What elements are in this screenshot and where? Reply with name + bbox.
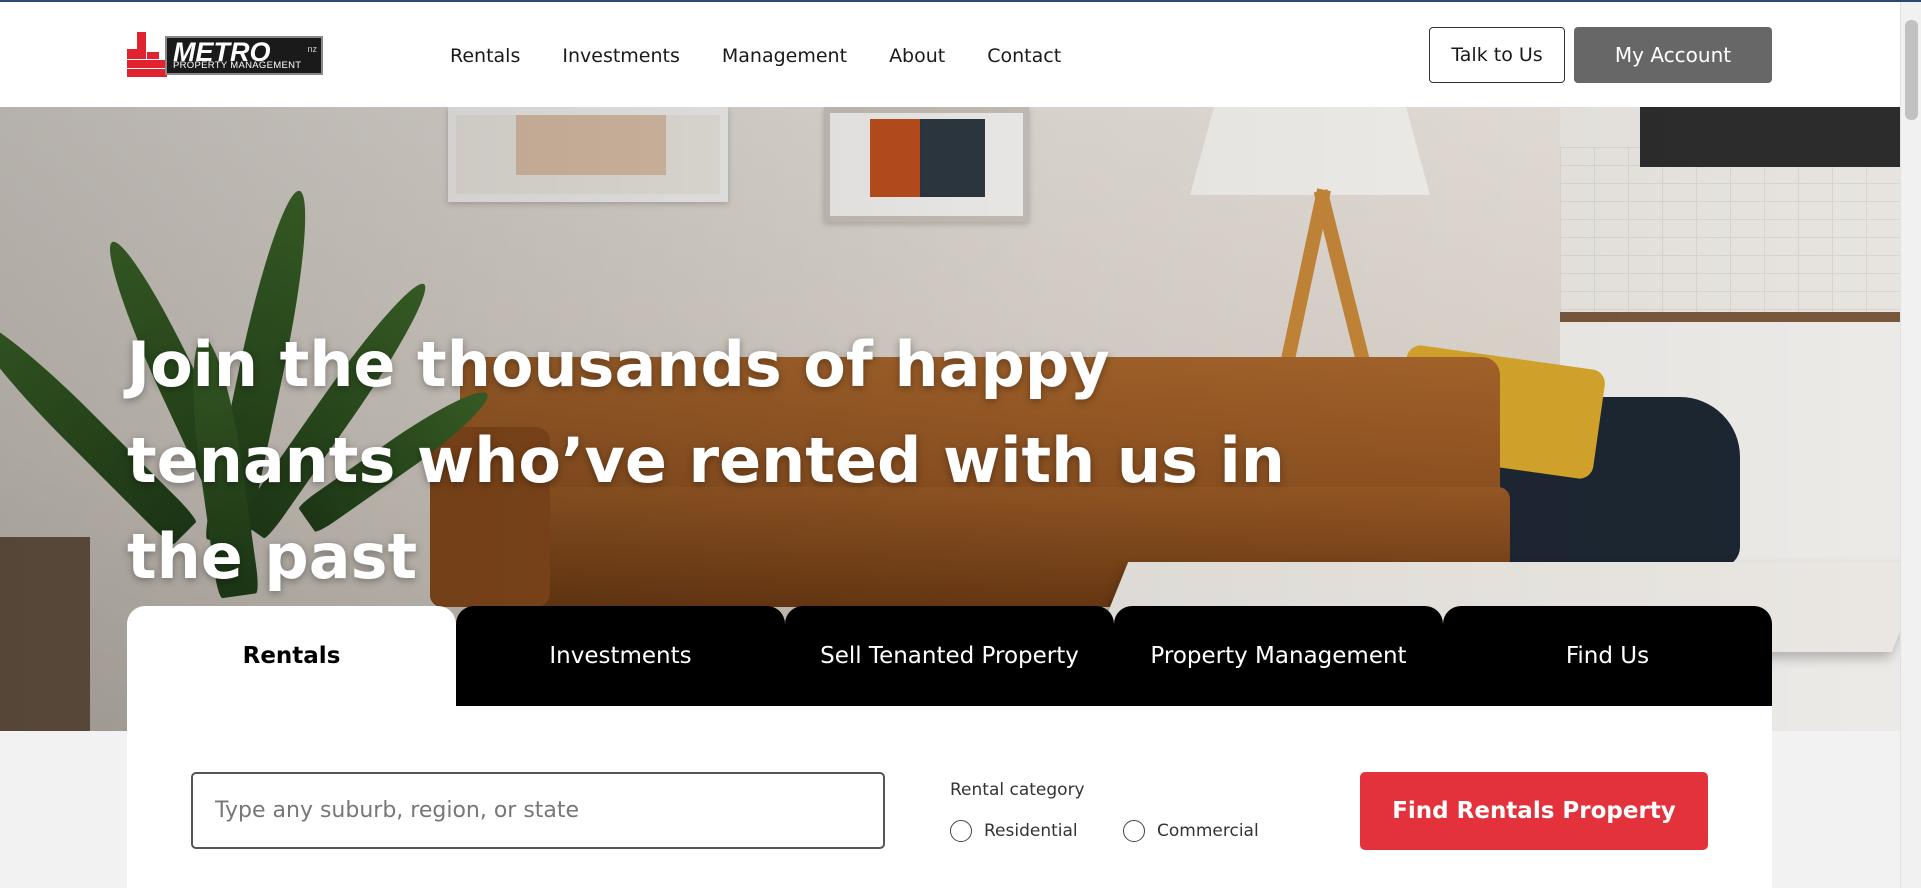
main-nav: Rentals Investments Management About Con… (450, 45, 1103, 67)
find-rentals-button[interactable]: Find Rentals Property (1360, 772, 1708, 850)
radio-commercial[interactable]: Commercial (1123, 820, 1259, 842)
site-header: METRO nz PROPERTY MANAGEMENT Rentals Inv… (0, 2, 1900, 107)
radio-circle-icon[interactable] (1123, 820, 1145, 842)
search-tabs: Rentals Investments Sell Tenanted Proper… (127, 606, 1772, 706)
nav-investments[interactable]: Investments (562, 45, 680, 67)
radio-commercial-label: Commercial (1157, 821, 1259, 841)
tab-property-management[interactable]: Property Management (1114, 606, 1443, 706)
tab-sell-tenanted-property[interactable]: Sell Tenanted Property (785, 606, 1114, 706)
nav-contact[interactable]: Contact (987, 45, 1061, 67)
rental-category-label: Rental category (950, 780, 1085, 800)
logo-subtitle: PROPERTY MANAGEMENT (173, 60, 302, 71)
tab-investments[interactable]: Investments (456, 606, 785, 706)
logo-wordmark: METRO nz PROPERTY MANAGEMENT (165, 36, 323, 75)
metro-logo[interactable]: METRO nz PROPERTY MANAGEMENT (127, 32, 323, 77)
nav-management[interactable]: Management (722, 45, 847, 67)
scrollbar-thumb[interactable] (1905, 20, 1918, 120)
location-search-input[interactable] (191, 772, 885, 849)
tab-rentals[interactable]: Rentals (127, 606, 456, 706)
radio-circle-icon[interactable] (950, 820, 972, 842)
tab-find-us[interactable]: Find Us (1443, 606, 1772, 706)
search-panel: Rental category Residential Commercial F… (127, 706, 1772, 888)
radio-residential-label: Residential (984, 821, 1078, 841)
my-account-button[interactable]: My Account (1574, 27, 1772, 83)
nav-rentals[interactable]: Rentals (450, 45, 520, 67)
talk-to-us-button[interactable]: Talk to Us (1429, 27, 1565, 83)
hero-headline: Join the thousands of happy tenants who’… (127, 328, 1285, 593)
radio-residential[interactable]: Residential (950, 820, 1078, 842)
page-scrollbar[interactable] (1900, 2, 1921, 888)
nav-about[interactable]: About (889, 45, 945, 67)
logo-suffix: nz (307, 44, 317, 54)
logo-blocks-icon (127, 32, 167, 77)
